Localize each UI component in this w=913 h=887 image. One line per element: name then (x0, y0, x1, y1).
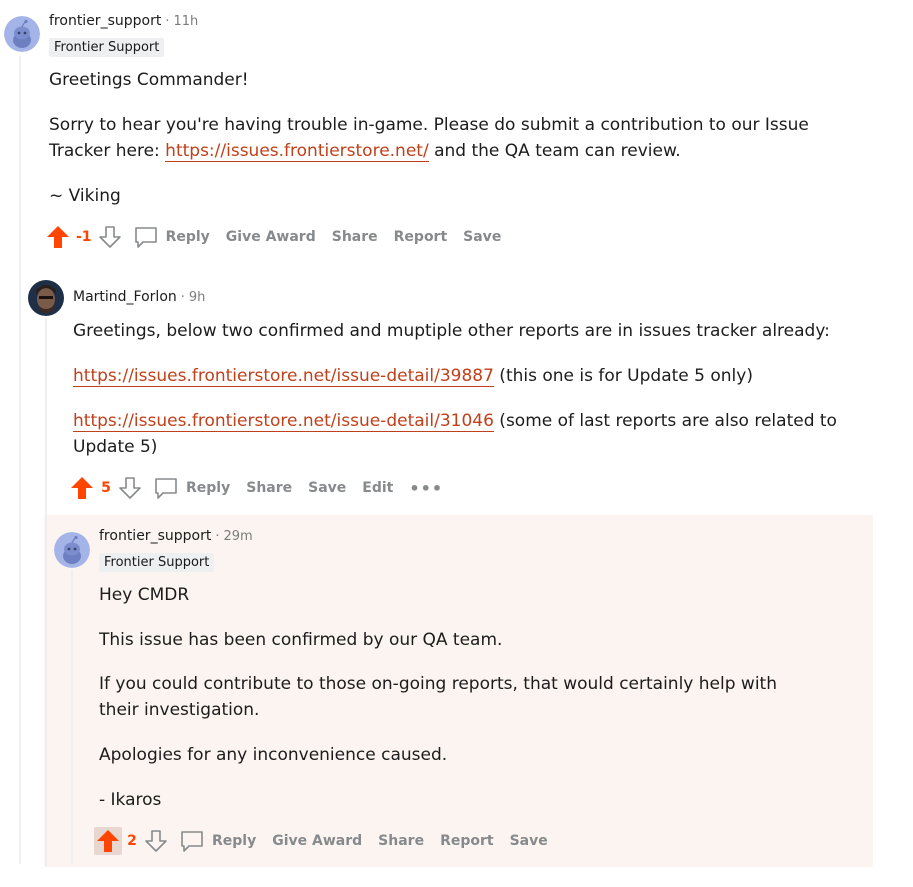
more-options-icon[interactable]: ••• (401, 479, 451, 498)
comment-meta: Martind_Forlon · 9h (73, 289, 205, 305)
reply-label: Reply (186, 480, 231, 496)
save-button[interactable]: Save (455, 229, 509, 245)
comment-paragraph: https://issues.frontierstore.net/issue-d… (73, 363, 881, 389)
report-button[interactable]: Report (432, 833, 502, 849)
paragraph-text: Greetings, below two confirmed and mupti… (73, 321, 830, 341)
save-button[interactable]: Save (300, 480, 354, 496)
paragraph-text: ~ Viking (49, 186, 121, 206)
author-name[interactable]: frontier_support (99, 528, 211, 544)
report-button[interactable]: Report (386, 229, 456, 245)
reply-label: Reply (212, 833, 257, 849)
comment-paragraph: Greetings Commander! (49, 67, 869, 93)
comment-actions: 2 Reply Give Award Share Report Save (94, 827, 556, 855)
give-award-button[interactable]: Give Award (218, 229, 324, 245)
reply-label: Reply (165, 229, 210, 245)
share-button[interactable]: Share (238, 480, 300, 496)
comment-paragraph: - Ikaros (99, 787, 859, 813)
comment-paragraph: https://issues.frontierstore.net/issue-d… (73, 408, 881, 460)
reply-button[interactable]: Reply (170, 829, 264, 853)
user-flair: Frontier Support (99, 553, 215, 572)
downvote-arrow-icon[interactable] (96, 223, 124, 251)
comment-paragraph: ~ Viking (49, 183, 869, 209)
timestamp[interactable]: 9h (189, 290, 206, 305)
paragraph-text: This issue has been confirmed by our QA … (99, 630, 503, 650)
paragraph-text: If you could contribute to those on-goin… (99, 674, 777, 720)
upvote-arrow-icon[interactable] (44, 223, 72, 251)
issue-tracker-link[interactable]: https://issues.frontierstore.net/ (165, 141, 429, 162)
comment-bubble-icon (134, 227, 157, 248)
paragraph-text: and the QA team can review. (428, 141, 681, 161)
share-button[interactable]: Share (324, 229, 386, 245)
downvote-arrow-icon[interactable] (116, 474, 144, 502)
reddit-snoo-avatar-icon[interactable] (54, 532, 90, 568)
user-flair: Frontier Support (49, 38, 165, 57)
separator-dot: · (165, 13, 170, 29)
issue-detail-link[interactable]: https://issues.frontierstore.net/issue-d… (73, 411, 494, 432)
comment-paragraph: Hey CMDR (99, 582, 859, 608)
upvote-arrow-icon[interactable] (68, 474, 96, 502)
reply-button[interactable]: Reply (144, 476, 238, 500)
comment-paragraph: Apologies for any inconvenience caused. (99, 742, 859, 768)
thread-line[interactable] (19, 56, 21, 864)
timestamp[interactable]: 11h (173, 14, 198, 29)
thread-line[interactable] (45, 318, 47, 866)
comment-meta: frontier_support · 11h (49, 13, 198, 29)
comment-bubble-icon (155, 478, 177, 499)
share-button[interactable]: Share (370, 833, 432, 849)
author-name[interactable]: Martind_Forlon (73, 289, 177, 305)
vote-score: 5 (101, 480, 111, 496)
downvote-arrow-icon[interactable] (142, 827, 170, 855)
paragraph-text: Apologies for any inconvenience caused. (99, 745, 448, 765)
issue-detail-link[interactable]: https://issues.frontierstore.net/issue-d… (73, 366, 494, 387)
paragraph-text: - Ikaros (99, 790, 162, 810)
comment-actions: 5 Reply Share Save Edit ••• (68, 474, 451, 502)
paragraph-text: Greetings Commander! (49, 70, 249, 90)
reply-button[interactable]: Reply (124, 225, 218, 249)
timestamp[interactable]: 29m (223, 529, 252, 544)
comment-meta: frontier_support · 29m (99, 528, 253, 544)
comment-paragraph: Greetings, below two confirmed and mupti… (73, 318, 881, 344)
author-name[interactable]: frontier_support (49, 13, 161, 29)
comment-paragraph: This issue has been confirmed by our QA … (99, 627, 859, 653)
comment-actions: -1 Reply Give Award Share Report Save (44, 223, 509, 251)
paragraph-text: Hey CMDR (99, 585, 190, 605)
separator-dot: · (215, 528, 220, 544)
edit-button[interactable]: Edit (354, 480, 401, 496)
comment-paragraph: Sorry to hear you're having trouble in-g… (49, 112, 869, 164)
save-button[interactable]: Save (502, 833, 556, 849)
user-photo-avatar-icon[interactable] (28, 280, 64, 316)
comment-bubble-icon (181, 831, 203, 852)
separator-dot: · (180, 289, 185, 305)
vote-score: -1 (76, 229, 92, 245)
vote-score: 2 (127, 833, 137, 849)
thread-line[interactable] (71, 570, 73, 864)
reddit-snoo-avatar-icon[interactable] (4, 16, 40, 52)
upvote-arrow-icon[interactable] (94, 827, 122, 855)
give-award-button[interactable]: Give Award (264, 833, 370, 849)
paragraph-text: (this one is for Update 5 only) (493, 366, 753, 386)
comment-paragraph: If you could contribute to those on-goin… (99, 671, 819, 723)
